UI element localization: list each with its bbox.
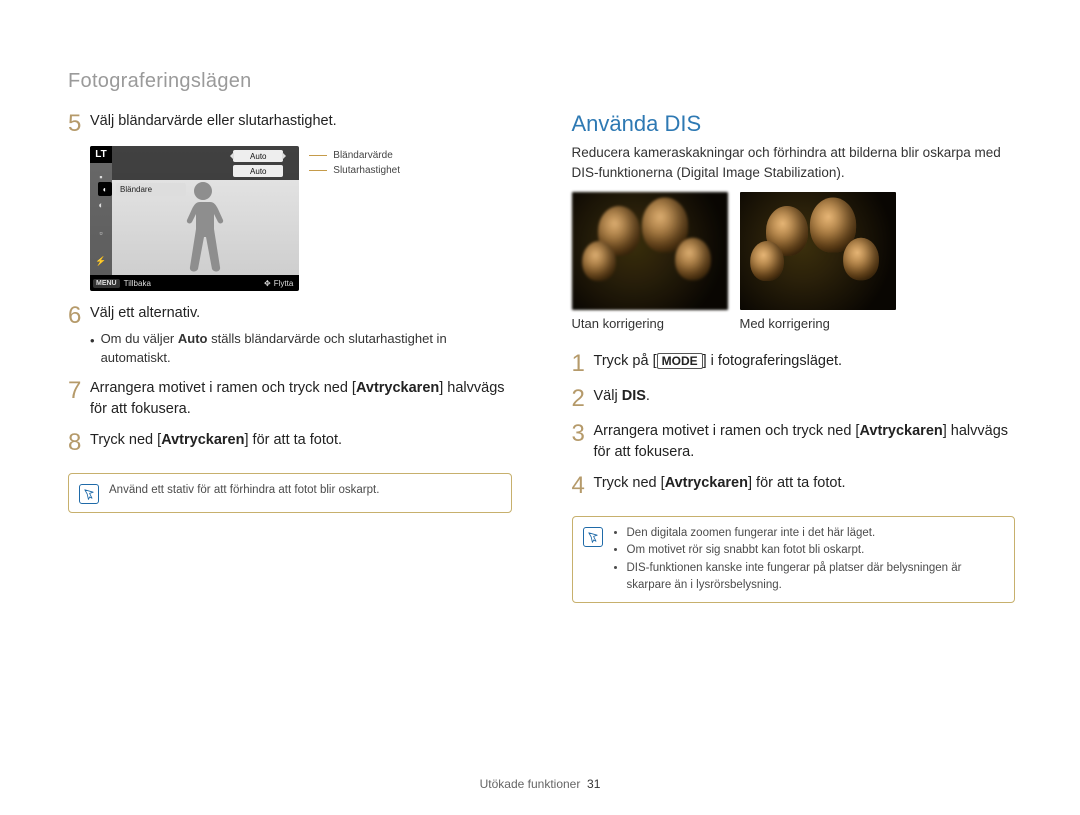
step-number: 5 (68, 112, 90, 136)
step-number: 2 (572, 387, 594, 411)
step-1: 1 Tryck på [MODE] i fotograferingsläget. (572, 351, 1016, 376)
aperture-callout: Bländarvärde (333, 150, 392, 161)
step-7: 7 Arrangera motivet i ramen och tryck ne… (68, 378, 512, 420)
comparison-images (572, 192, 1016, 310)
move-label: ✥ Flytta (264, 279, 293, 288)
note-icon (583, 527, 603, 547)
step-text: Välj DIS. (594, 386, 650, 407)
right-steps: 1 Tryck på [MODE] i fotograferingsläget.… (572, 351, 1016, 498)
page-footer: Utökade funktioner 31 (0, 777, 1080, 791)
shutter-value-pill: Auto (233, 165, 283, 177)
mode-badge: LT (90, 146, 112, 163)
dis-note: Den digitala zoomen fungerar inte i det … (572, 516, 1016, 603)
step-text: Arrangera motivet i ramen och tryck ned … (594, 421, 1016, 463)
step-4: 4 Tryck ned [Avtryckaren] för att ta fot… (572, 473, 1016, 498)
aperture-row-label: Bländare (116, 183, 186, 196)
camera-ui-mock: LT ▪ ◐ ▫ ⚡ Auto Auto ◐ Bländare (90, 146, 400, 291)
camera-left-icons: LT ▪ ◐ ▫ ⚡ (90, 146, 112, 275)
menu-button-label: MENU (93, 279, 120, 288)
note-item: Om motivet rör sig snabbt kan fotot bli … (627, 542, 1005, 559)
footer-label: Utökade funktioner (480, 777, 581, 791)
shutter-callout: Slutarhastighet (333, 165, 400, 176)
image-before (572, 192, 728, 310)
step-number: 1 (572, 352, 594, 376)
camera-callouts: Bländarvärde Slutarhastighet (299, 146, 400, 291)
caption-after: Med korrigering (740, 316, 896, 331)
step-number: 7 (68, 379, 90, 403)
page-number: 31 (587, 777, 600, 791)
step-text: Tryck ned [Avtryckaren] för att ta fotot… (90, 430, 342, 451)
note-list: Den digitala zoomen fungerar inte i det … (613, 525, 1005, 594)
camera-footer: MENU Tillbaka ✥ Flytta (90, 275, 299, 291)
step-8: 8 Tryck ned [Avtryckaren] för att ta fot… (68, 430, 512, 455)
camera-top-band: Auto Auto (112, 146, 299, 180)
right-intro: Reducera kameraskakningar och förhindra … (572, 143, 1016, 182)
aperture-row-icon: ◐ (98, 182, 112, 196)
step-text: Välj ett alternativ. • Om du väljer Auto… (90, 303, 512, 368)
step-2: 2 Välj DIS. (572, 386, 1016, 411)
comparison-captions: Utan korrigering Med korrigering (572, 316, 1016, 331)
note-item: DIS-funktionen kanske inte fungerar på p… (627, 560, 1005, 595)
right-column: Använda DIS Reducera kameraskakningar oc… (572, 111, 1016, 603)
back-label: Tillbaka (124, 279, 151, 288)
flash-off-icon: ⚡ (90, 247, 112, 275)
left-column: 5 Välj bländarvärde eller slutarhastighe… (68, 111, 512, 603)
mode-key: MODE (657, 353, 703, 369)
step-text: Arrangera motivet i ramen och tryck ned … (90, 378, 512, 420)
step-6: 6 Välj ett alternativ. • Om du väljer Au… (68, 303, 512, 368)
step-number: 3 (572, 422, 594, 446)
step-5: 5 Välj bländarvärde eller slutarhastighe… (68, 111, 512, 136)
right-heading: Använda DIS (572, 111, 1016, 137)
tripod-note: Använd ett stativ för att förhindra att … (68, 473, 512, 513)
camera-screen: LT ▪ ◐ ▫ ⚡ Auto Auto ◐ Bländare (90, 146, 299, 291)
note-item: Den digitala zoomen fungerar inte i det … (627, 525, 1005, 542)
left-steps: 5 Välj bländarvärde eller slutarhastighe… (68, 111, 512, 455)
bullet-icon: • (90, 332, 95, 368)
step-number: 4 (572, 474, 594, 498)
step-number: 6 (68, 304, 90, 328)
image-after (740, 192, 896, 310)
metering-icon: ▫ (90, 219, 112, 247)
caption-before: Utan korrigering (572, 316, 728, 331)
manual-page: Fotograferingslägen 5 Välj bländarvärde … (0, 0, 1080, 815)
note-text: Använd ett stativ för att förhindra att … (109, 482, 379, 504)
step-text: Tryck på [MODE] i fotograferingsläget. (594, 351, 843, 372)
step-text: Tryck ned [Avtryckaren] för att ta fotot… (594, 473, 846, 494)
dpad-icon: ✥ (264, 279, 271, 288)
aperture-value-pill: Auto (233, 150, 283, 162)
note-icon (79, 484, 99, 504)
step-3: 3 Arrangera motivet i ramen och tryck ne… (572, 421, 1016, 463)
step-number: 8 (68, 431, 90, 455)
content-columns: 5 Välj bländarvärde eller slutarhastighe… (68, 111, 1015, 603)
step-text: Välj bländarvärde eller slutarhastighet. (90, 111, 337, 132)
subject-silhouette (178, 180, 228, 275)
section-header: Fotograferingslägen (68, 70, 1015, 93)
